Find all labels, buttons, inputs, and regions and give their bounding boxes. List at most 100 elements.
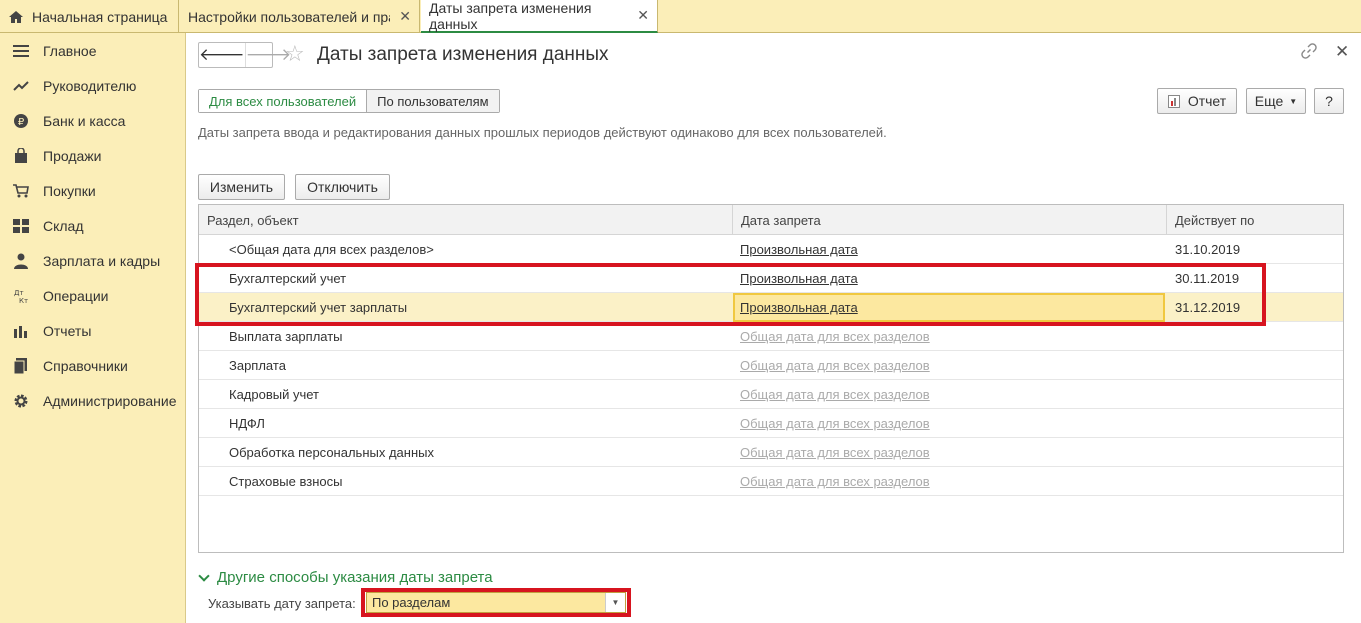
tab-home[interactable]: Начальная страница: [0, 0, 179, 33]
cell-section: НДФЛ: [229, 416, 265, 431]
table-row[interactable]: Зарплата Общая дата для всех разделов: [199, 351, 1343, 380]
cell-date-link[interactable]: Произвольная дата: [740, 235, 858, 264]
cell-until: 31.10.2019: [1175, 242, 1241, 257]
cart-icon: [12, 182, 30, 200]
tab-label: Настройки пользователей и прав: [188, 8, 391, 25]
table-row[interactable]: Выплата зарплаты Общая дата для всех разд…: [199, 322, 1343, 351]
page-title: Даты запрета изменения данных: [317, 44, 609, 65]
sidebar-item-operations[interactable]: Дт Кт Операции: [0, 278, 186, 313]
table-row[interactable]: <Общая дата для всех разделов> Произвольн…: [199, 235, 1343, 264]
report-label: Отчет: [1187, 93, 1227, 109]
cell-date-link[interactable]: Произвольная дата: [740, 293, 858, 322]
sidebar-item-reports[interactable]: Отчеты: [0, 313, 186, 348]
link-icon[interactable]: [1301, 43, 1317, 64]
dates-table: Раздел, объект Дата запрета Действует по…: [198, 204, 1344, 553]
chevron-down-icon: [198, 569, 210, 582]
cell-date-link[interactable]: Общая дата для всех разделов: [740, 438, 930, 467]
sidebar-item-directories[interactable]: Справочники: [0, 348, 186, 383]
date-mode-select[interactable]: По разделам ▼: [366, 592, 626, 613]
svg-text:Дт: Дт: [14, 289, 24, 297]
table-row[interactable]: Кадровый учет Общая дата для всех раздело…: [199, 380, 1343, 409]
sidebar-item-manager[interactable]: Руководителю: [0, 68, 186, 103]
table-header: Раздел, объект Дата запрета Действует по: [199, 205, 1343, 235]
cell-section: Зарплата: [229, 358, 286, 373]
close-tab-icon[interactable]: ✕: [637, 7, 649, 24]
ruble-icon: ₽: [12, 112, 30, 130]
sidebar-item-label: Покупки: [43, 182, 96, 199]
tab-label: Начальная страница: [32, 8, 168, 25]
cell-until: 31.12.2019: [1175, 300, 1241, 315]
cell-date-link[interactable]: Общая дата для всех разделов: [740, 322, 930, 351]
other-methods-title: Другие способы указания даты запрета: [217, 569, 493, 586]
trend-icon: [12, 77, 30, 95]
cell-date-link[interactable]: Общая дата для всех разделов: [740, 351, 930, 380]
column-header-until[interactable]: Действует по: [1166, 205, 1343, 235]
table-row[interactable]: Обработка персональных данных Общая дата …: [199, 438, 1343, 467]
sidebar-item-label: Руководителю: [43, 77, 137, 94]
tab-user-settings[interactable]: Настройки пользователей и прав ✕: [180, 0, 420, 33]
gear-icon: [12, 392, 30, 410]
cell-section: <Общая дата для всех разделов>: [229, 242, 434, 257]
sidebar: Главное Руководителю ₽ Банк и касса Прод…: [0, 33, 186, 623]
tab-bar: Начальная страница Настройки пользовател…: [0, 0, 1361, 33]
table-row[interactable]: НДФЛ Общая дата для всех разделов: [199, 409, 1343, 438]
sidebar-item-warehouse[interactable]: Склад: [0, 208, 186, 243]
column-header-section[interactable]: Раздел, объект: [199, 205, 732, 235]
table-row[interactable]: Бухгалтерский учет Произвольная дата 30.11…: [199, 264, 1343, 293]
column-header-date[interactable]: Дата запрета: [732, 205, 1166, 235]
other-methods-toggle[interactable]: Другие способы указания даты запрета: [198, 569, 493, 586]
hint-text: Даты запрета ввода и редактирования данн…: [198, 125, 887, 140]
help-button[interactable]: ?: [1314, 88, 1344, 114]
sidebar-item-administration[interactable]: Администрирование: [0, 383, 186, 418]
dt-kt-icon: Дт Кт: [12, 287, 30, 305]
sidebar-item-label: Банк и касса: [43, 112, 126, 129]
bar-chart-icon: [12, 322, 30, 340]
more-button[interactable]: Еще ▼: [1246, 88, 1306, 114]
cell-until: 30.11.2019: [1175, 271, 1240, 286]
sidebar-item-label: Администрирование: [43, 392, 177, 409]
svg-text:₽: ₽: [18, 117, 25, 128]
cell-section: Бухгалтерский учет зарплаты: [229, 300, 408, 315]
table-row[interactable]: Бухгалтерский учет зарплаты Произвольная …: [199, 293, 1343, 322]
main-panel: 🡐 🡒 ☆ Даты запрета изменения данных ✕ Дл…: [187, 33, 1361, 623]
back-arrow-icon[interactable]: 🡐: [199, 43, 245, 67]
disable-button[interactable]: Отключить: [295, 174, 390, 200]
dropdown-arrow-icon[interactable]: ▼: [605, 593, 625, 612]
change-button[interactable]: Изменить: [198, 174, 285, 200]
table-row[interactable]: Страховые взносы Общая дата для всех разд…: [199, 467, 1343, 496]
home-icon: [9, 10, 23, 23]
sidebar-item-label: Склад: [43, 217, 84, 234]
more-label: Еще: [1254, 93, 1284, 109]
report-button[interactable]: Отчет: [1157, 88, 1237, 114]
tab-dates[interactable]: Даты запрета изменения данных ✕: [421, 0, 658, 33]
cell-date-link[interactable]: Общая дата для всех разделов: [740, 380, 930, 409]
sidebar-item-salary[interactable]: Зарплата и кадры: [0, 243, 186, 278]
cell-section: Бухгалтерский учет: [229, 271, 347, 286]
sidebar-item-label: Отчеты: [43, 322, 92, 339]
person-icon: [12, 252, 30, 270]
cell-date-link[interactable]: Общая дата для всех разделов: [740, 409, 930, 438]
mode-by-users-button[interactable]: По пользователям: [367, 90, 499, 112]
mode-switch: Для всех пользователей По пользователям: [198, 89, 500, 113]
close-icon[interactable]: ✕: [1335, 42, 1349, 62]
svg-text:Кт: Кт: [19, 297, 28, 304]
cell-date-link[interactable]: Общая дата для всех разделов: [740, 467, 930, 496]
sidebar-item-label: Справочники: [43, 357, 128, 374]
cell-date-link[interactable]: Произвольная дата: [740, 264, 858, 293]
tab-label: Даты запрета изменения данных: [429, 0, 592, 32]
sidebar-item-bank[interactable]: ₽ Банк и касса: [0, 103, 186, 138]
sidebar-item-label: Операции: [43, 287, 109, 304]
cell-section: Выплата зарплаты: [229, 329, 343, 344]
sidebar-item-sales[interactable]: Продажи: [0, 138, 186, 173]
cell-section: Кадровый учет: [229, 387, 319, 402]
menu-icon: [12, 42, 30, 60]
sidebar-item-purchases[interactable]: Покупки: [0, 173, 186, 208]
star-icon[interactable]: ☆: [285, 41, 305, 67]
sidebar-item-main[interactable]: Главное: [0, 33, 186, 68]
nav-buttons: 🡐 🡒: [198, 42, 291, 68]
close-tab-icon[interactable]: ✕: [399, 8, 411, 25]
mode-all-users-button[interactable]: Для всех пользователей: [199, 90, 368, 112]
cell-section: Страховые взносы: [229, 474, 343, 489]
cell-section: Обработка персональных данных: [229, 445, 434, 460]
sidebar-item-label: Главное: [43, 42, 97, 59]
